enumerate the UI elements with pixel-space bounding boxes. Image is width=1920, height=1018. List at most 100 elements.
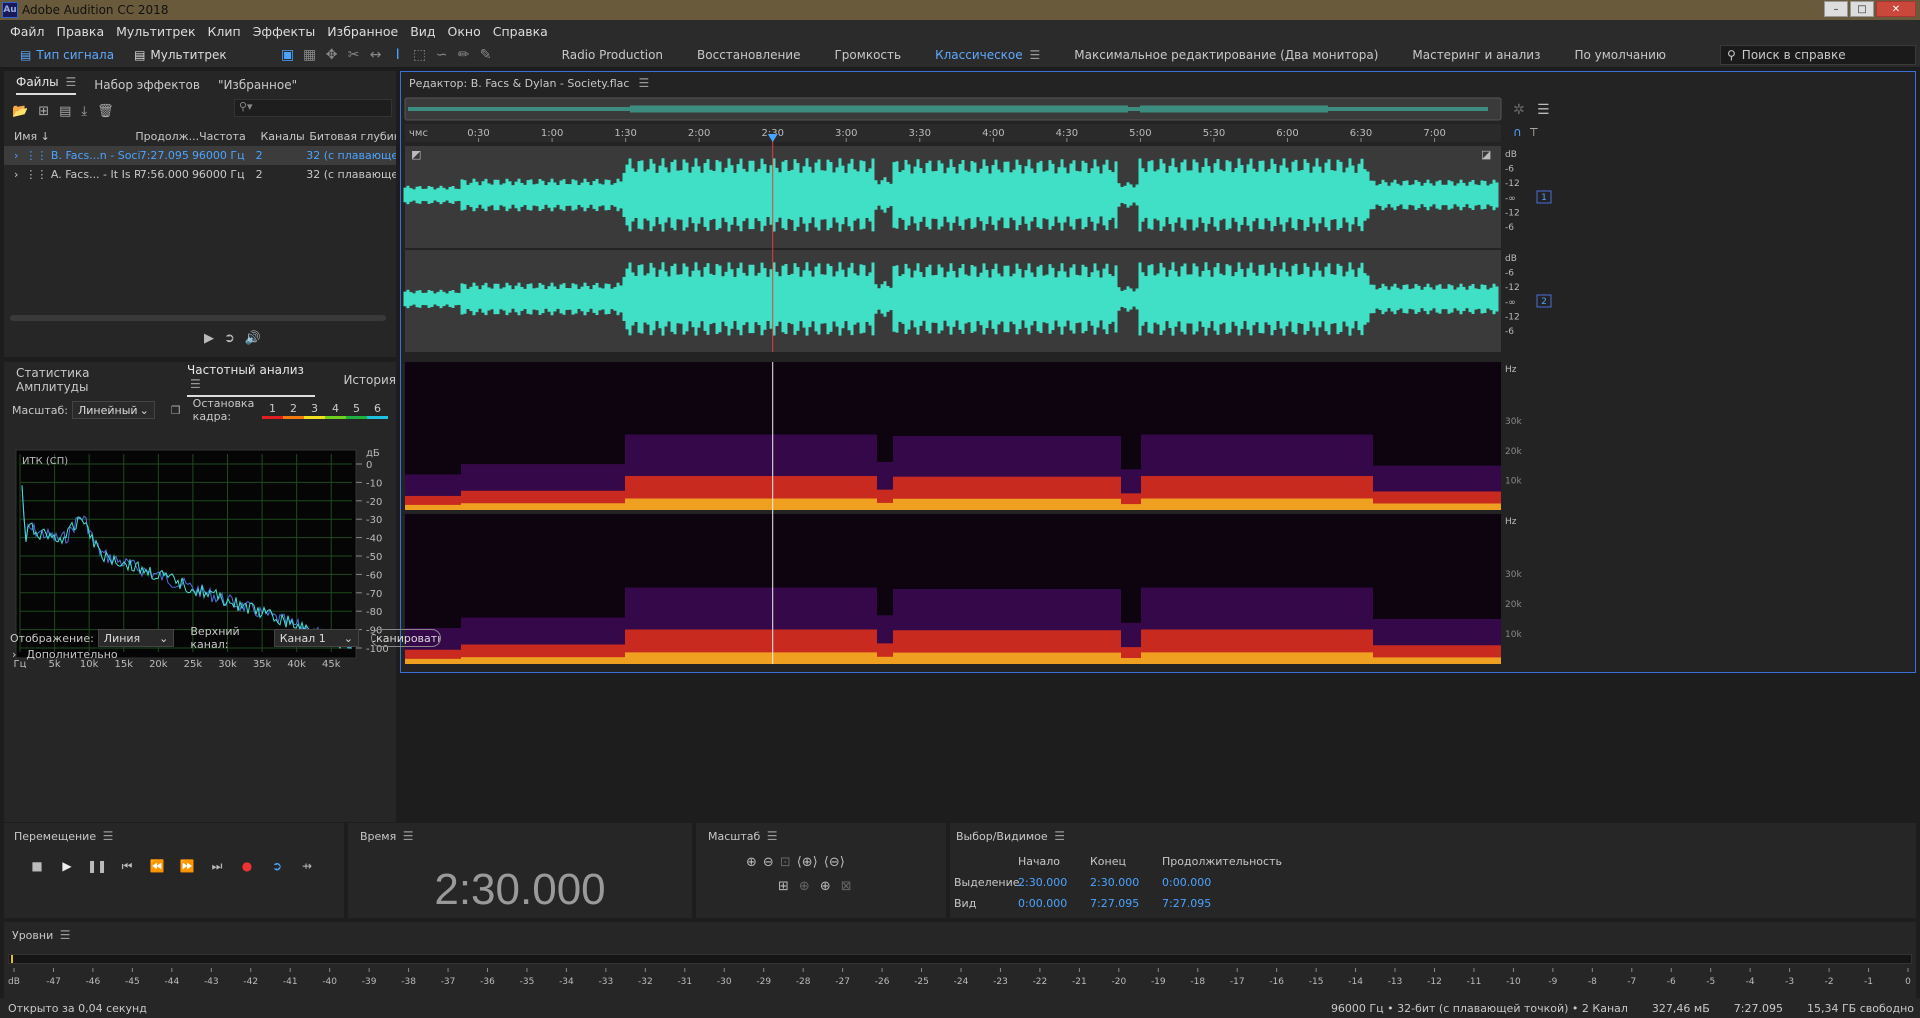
menu-help[interactable]: Справка [487,24,554,39]
file-row[interactable]: › ⋮⋮ B. Facs...n - Society.flac 7:27.095… [4,146,396,165]
freeze-toggle-icon[interactable]: ❐ [171,404,181,417]
freeze-slot-1[interactable]: 1 [262,401,283,419]
volume-icon[interactable]: 🔊 [245,331,261,346]
panel-menu-icon[interactable]: ☰ [767,829,778,843]
top-channel-dropdown[interactable]: Канал 1 ⌄ [273,629,360,647]
panel-menu-icon[interactable]: ☰ [60,928,71,942]
workspace-loudness[interactable]: Громкость [817,48,918,62]
razor-tool-icon[interactable]: ✂ [343,45,365,65]
zoom-reset-icon[interactable]: ⊠ [841,879,852,894]
waveform-view-tab[interactable]: ▤ Тип сигнала [10,44,124,66]
lasso-tool-icon[interactable]: ∽ [431,45,453,65]
brush-tool-icon[interactable]: ✏ [453,45,475,65]
col-channels[interactable]: Каналы [261,130,310,143]
pause-button[interactable]: ❚❚ [86,857,108,875]
menu-effects[interactable]: Эффекты [247,24,322,39]
workspace-dual-monitor[interactable]: Максимальное редактирование (Два монитор… [1057,48,1395,62]
tab-frequency-analysis[interactable]: Частотный анализ ☰ [187,363,316,397]
col-rate[interactable]: Частота [199,130,260,143]
slip-tool-icon[interactable]: ↔ [365,45,387,65]
menu-edit[interactable]: Правка [51,24,111,39]
zoom-in-time-icon[interactable]: ⟨⊕⟩ [797,855,818,870]
zoom-out-full-icon[interactable]: ⊡ [780,855,791,870]
open-file-icon[interactable]: 📂 [12,104,28,119]
col-duration[interactable]: Продолж... [135,130,199,143]
files-scrollbar[interactable] [10,315,386,321]
skip-to-start-button[interactable]: ⏮ [116,857,138,875]
files-search-input[interactable]: ⚲▾ [234,99,392,117]
import-file-icon[interactable]: ⊞ [38,104,49,119]
close-button[interactable]: ✕ [1876,1,1916,17]
menu-window[interactable]: Окно [442,24,487,39]
play-preview-icon[interactable]: ▶ [204,331,214,346]
freeze-slot-4[interactable]: 4 [325,401,346,419]
freeze-slot-5[interactable]: 5 [346,401,367,419]
marquee-tool-icon[interactable]: ⬚ [409,45,431,65]
menu-clip[interactable]: Клип [202,24,247,39]
panel-menu-icon[interactable]: ☰ [403,829,414,843]
tab-favorites[interactable]: "Избранное" [218,78,297,92]
help-search-input[interactable]: ⚲ Поиск в справке [1720,45,1916,65]
multitrack-view-tab[interactable]: ▤ Мультитрек [124,44,237,66]
workspace-default[interactable]: По умолчанию [1557,48,1683,62]
workspace-restoration[interactable]: Восстановление [680,48,817,62]
selection-end[interactable]: 2:30.000 [1090,876,1162,889]
menu-multitrack[interactable]: Мультитрек [110,24,201,39]
move-tool-icon[interactable]: ✥ [321,45,343,65]
record-button[interactable]: ● [236,857,258,875]
stop-button[interactable]: ■ [26,857,48,875]
panel-menu-icon[interactable]: ☰ [190,377,201,391]
workspace-menu-icon[interactable]: ☰ [1030,48,1041,62]
workspace-classic[interactable]: Классическое ☰ [918,48,1057,62]
tab-amplitude-stats[interactable]: Статистика Амплитуды [16,366,159,394]
time-selection-tool-icon[interactable]: I [387,45,409,65]
fast-forward-button[interactable]: ⏩ [176,857,198,875]
expand-chevron-icon[interactable]: › [14,149,18,162]
panel-menu-icon[interactable]: ☰ [103,829,114,843]
tab-files[interactable]: Файлы ☰ [16,75,77,95]
skip-to-end-button[interactable]: ⏭ [206,857,228,875]
loop-preview-icon[interactable]: ➲ [224,331,235,346]
scan-button[interactable]: Сканировать [371,629,442,647]
panel-menu-icon[interactable]: ☰ [1054,829,1065,843]
zoom-out-time-icon[interactable]: ⟨⊖⟩ [824,855,845,870]
scale-dropdown[interactable]: Линейный ⌄ [71,401,155,419]
delete-icon[interactable]: 🗑 [97,104,114,119]
freeze-slot-3[interactable]: 3 [304,401,325,419]
workspace-mastering[interactable]: Мастеринг и анализ [1395,48,1557,62]
skip-selection-button[interactable]: ⇸ [296,857,318,875]
col-name[interactable]: Имя ↓ [4,130,135,143]
play-button[interactable]: ▶ [56,857,78,875]
maximize-button[interactable]: □ [1850,1,1874,17]
new-file-icon[interactable]: ▤ [59,104,71,119]
workspace-radio-production[interactable]: Radio Production [545,48,680,62]
rewind-button[interactable]: ⏪ [146,857,168,875]
zoom-in-right-icon[interactable]: ⊕ [820,879,831,894]
menu-file[interactable]: Файл [4,24,51,39]
tab-effects-rack[interactable]: Набор эффектов [94,78,200,92]
spot-healing-tool-icon[interactable]: ✎ [475,45,497,65]
freeze-slot-2[interactable]: 2 [283,401,304,419]
view-end[interactable]: 7:27.095 [1090,897,1162,910]
tab-history[interactable]: История [343,373,396,387]
display-dropdown[interactable]: Линия ⌄ [97,629,175,647]
panel-menu-icon[interactable]: ☰ [638,76,649,90]
loop-button[interactable]: ➲ [266,857,288,875]
view-duration[interactable]: 7:27.095 [1162,897,1302,910]
selection-start[interactable]: 2:30.000 [1018,876,1090,889]
freeze-slot-6[interactable]: 6 [367,401,388,419]
panel-menu-icon[interactable]: ☰ [65,75,76,89]
zoom-selection-icon[interactable]: ⊞ [778,879,789,894]
zoom-in-left-icon[interactable]: ⊕ [799,879,810,894]
expand-chevron-icon[interactable]: › [14,168,18,181]
file-row[interactable]: › ⋮⋮ A. Facs... - It Is Real.flac 7:56.0… [4,165,396,184]
insert-multitrack-icon[interactable]: ⤓ [81,104,87,119]
zoom-out-amplitude-icon[interactable]: ⊖ [763,855,774,870]
spectral-display-icon[interactable]: ▦ [299,45,321,65]
selection-duration[interactable]: 0:00.000 [1162,876,1302,889]
col-depth[interactable]: Битовая глубина [309,130,396,143]
menu-view[interactable]: Вид [404,24,441,39]
zoom-in-amplitude-icon[interactable]: ⊕ [746,855,757,870]
waveform-display-icon[interactable]: ▣ [277,45,299,65]
menu-favorites[interactable]: Избранное [321,24,404,39]
